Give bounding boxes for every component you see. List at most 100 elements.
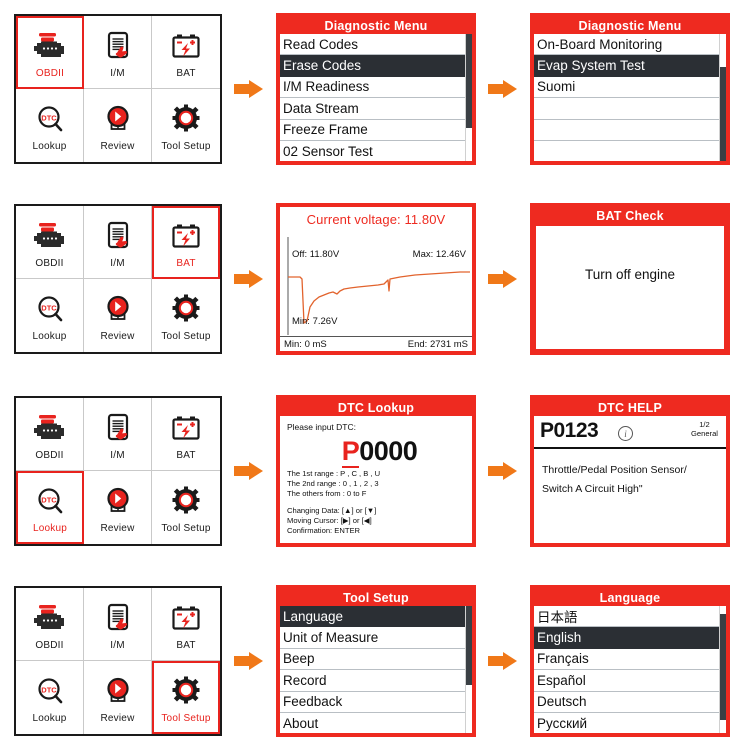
- tablet-hand-icon: [98, 408, 138, 448]
- list-item[interactable]: Español: [534, 670, 720, 692]
- menu-cell-obdii[interactable]: OBDII: [16, 588, 84, 661]
- play-circle-icon: [98, 99, 138, 139]
- list-item[interactable]: Beep: [280, 649, 466, 671]
- list-item[interactable]: Read Codes: [280, 34, 466, 56]
- dtc-magnifier-icon: DTC: [30, 289, 70, 329]
- lcd-frame: Tool Setup Language Unit of Measure Beep…: [276, 585, 476, 737]
- menu-cell-tool-setup[interactable]: Tool Setup: [152, 279, 220, 352]
- lcd-frame: Diagnostic Menu On-Board Monitoring Evap…: [530, 13, 730, 165]
- list-item-selected[interactable]: Erase Codes: [280, 55, 466, 77]
- menu-cell-review[interactable]: Review: [84, 661, 152, 734]
- menu-cell-tool-setup[interactable]: Tool Setup: [152, 471, 220, 544]
- menu-cell-obdii[interactable]: OBDII: [16, 206, 84, 279]
- svg-text:DTC: DTC: [41, 114, 57, 123]
- list-item[interactable]: Deutsch: [534, 692, 720, 713]
- flow-arrow-4a: [222, 652, 276, 670]
- dtc-magnifier-icon: DTC: [30, 671, 70, 711]
- list-item-empty: [534, 120, 720, 141]
- lcd-title: Language: [534, 589, 726, 606]
- arrow-right-icon: [234, 652, 264, 670]
- dtc-magnifier-icon: DTC: [30, 481, 70, 521]
- dtc-char-active[interactable]: P: [341, 436, 360, 468]
- flow-arrow-1a: [222, 80, 276, 98]
- scrollbar[interactable]: [465, 34, 472, 161]
- dtc-rule-line: The others from : 0 to F: [287, 489, 367, 499]
- menu-label-lookup: Lookup: [32, 523, 67, 534]
- dtc-help-header: P0123 i 1/2 General: [534, 416, 726, 449]
- menu-grid: OBDII I/M BAT DTC Lookup Review Tool Set…: [14, 204, 222, 354]
- list-item[interactable]: Unit of Measure: [280, 627, 466, 649]
- menu-label-tool-setup: Tool Setup: [161, 331, 211, 342]
- list-item[interactable]: I/M Readiness: [280, 77, 466, 99]
- list-item[interactable]: About: [280, 713, 466, 733]
- list-item[interactable]: Record: [280, 670, 466, 692]
- flow-arrow-3b: [476, 462, 530, 480]
- screenshot-root: OBDII I/M BAT DTC Lookup Review Tool Set…: [0, 0, 750, 750]
- menu-cell-tool-setup[interactable]: Tool Setup: [152, 661, 220, 734]
- menu-cell-tool-setup[interactable]: Tool Setup: [152, 89, 220, 162]
- dtc-code-input[interactable]: P0000: [287, 436, 472, 468]
- menu-label-review: Review: [100, 713, 135, 724]
- menu-cell-bat[interactable]: BAT: [152, 588, 220, 661]
- menu-cell-lookup[interactable]: DTC Lookup: [16, 471, 84, 544]
- dtc-code-value: P0123: [540, 419, 599, 442]
- lcd-frame: BAT Check Turn off engine: [530, 203, 730, 355]
- menu-cell-review[interactable]: Review: [84, 279, 152, 352]
- list-item[interactable]: 02 Sensor Test: [280, 141, 466, 161]
- dtc-prompt: Please input DTC:: [287, 422, 356, 432]
- arrow-right-icon: [488, 80, 518, 98]
- menu-label-obdii: OBDII: [35, 257, 64, 269]
- lcd-frame: Diagnostic Menu Read Codes Erase Codes I…: [276, 13, 476, 165]
- gear-icon: [166, 99, 206, 139]
- list-item[interactable]: Data Stream: [280, 98, 466, 120]
- list-item[interactable]: Suomi: [534, 77, 720, 99]
- menu-cell-lookup[interactable]: DTC Lookup: [16, 279, 84, 352]
- label-time-start: Min: 0 mS: [284, 338, 327, 350]
- scrollbar[interactable]: [719, 34, 726, 161]
- list-item[interactable]: Русский: [534, 713, 720, 733]
- dtc-rule-line: The 1st range : P , C , B , U: [287, 469, 381, 478]
- menu-cell-obdii[interactable]: OBDII: [16, 16, 84, 89]
- list-item[interactable]: Freeze Frame: [280, 120, 466, 141]
- tablet-hand-icon: [98, 26, 138, 66]
- scrollbar[interactable]: [465, 606, 472, 733]
- menu-cell-im[interactable]: I/M: [84, 588, 152, 661]
- menu-cell-bat[interactable]: BAT: [152, 398, 220, 471]
- menu-cell-lookup[interactable]: DTC Lookup: [16, 661, 84, 734]
- list-item[interactable]: Français: [534, 649, 720, 671]
- menu-cell-im[interactable]: I/M: [84, 16, 152, 89]
- info-icon[interactable]: i: [618, 426, 633, 441]
- menu-cell-obdii[interactable]: OBDII: [16, 398, 84, 471]
- dtc-key-hints: Changing Data: [▲] or [▼] Moving Cursor:…: [287, 506, 472, 536]
- menu-cell-im[interactable]: I/M: [84, 398, 152, 471]
- menu-cell-im[interactable]: I/M: [84, 206, 152, 279]
- device-main-menu-row4: OBDII I/M BAT DTC Lookup Review Tool Set…: [14, 586, 222, 736]
- flow-row-dtc: OBDII I/M BAT DTC Lookup Review Tool Set…: [0, 390, 750, 552]
- menu-cell-bat[interactable]: BAT: [152, 206, 220, 279]
- list-item[interactable]: 日本語: [534, 606, 720, 628]
- menu-cell-lookup[interactable]: DTC Lookup: [16, 89, 84, 162]
- list-item-empty: [534, 141, 720, 161]
- dtc-description-line: Throttle/Pedal Position Sensor/: [542, 464, 687, 476]
- list-item-selected[interactable]: Evap System Test: [534, 55, 720, 77]
- menu-label-lookup: Lookup: [32, 713, 67, 724]
- menu-cell-review[interactable]: Review: [84, 89, 152, 162]
- arrow-right-icon: [234, 80, 264, 98]
- list-item-selected[interactable]: Language: [280, 606, 466, 628]
- engine-icon: [30, 408, 70, 448]
- arrow-right-icon: [234, 270, 264, 288]
- label-min-voltage: Min: 7.26V: [292, 316, 338, 327]
- list-item-selected[interactable]: English: [534, 627, 720, 649]
- graph-plot-area: Off: 11.80V Max: 12.46V Min: 7.26V: [280, 235, 472, 335]
- menu-cell-bat[interactable]: BAT: [152, 16, 220, 89]
- menu-label-bat: BAT: [176, 67, 196, 79]
- lcd-title: DTC HELP: [534, 399, 726, 416]
- menu-cell-review[interactable]: Review: [84, 471, 152, 544]
- list-item[interactable]: On-Board Monitoring: [534, 34, 720, 56]
- list-item[interactable]: Feedback: [280, 692, 466, 713]
- scrollbar[interactable]: [719, 606, 726, 733]
- svg-text:DTC: DTC: [41, 686, 57, 695]
- dtc-chars-rest[interactable]: 0000: [359, 436, 418, 466]
- engine-icon: [30, 26, 70, 66]
- play-circle-icon: [98, 671, 138, 711]
